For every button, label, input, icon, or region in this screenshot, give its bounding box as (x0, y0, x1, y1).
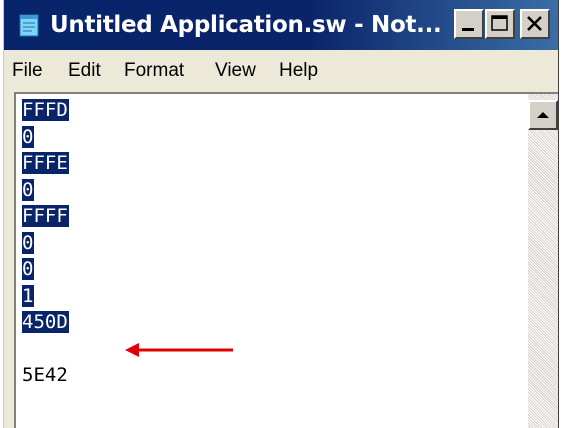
notepad-window: Untitled Application.sw - Not... File Ed… (3, 0, 559, 428)
menu-bar: File Edit Format View Help (4, 50, 558, 90)
title-bar[interactable]: Untitled Application.sw - Not... (4, 0, 558, 50)
arrow-up-icon (537, 112, 549, 118)
red-arrow-annotation (125, 343, 233, 357)
line-text: FFFE (22, 152, 69, 174)
scroll-up-button[interactable] (528, 100, 558, 130)
text-line: 0 (22, 178, 35, 201)
text-line: 1 (22, 284, 35, 307)
line-text: 0 (22, 125, 35, 148)
line-text: 0 (22, 178, 35, 201)
close-button[interactable] (520, 9, 550, 39)
line-text: 5E42 (22, 364, 68, 386)
line-text: 0 (22, 258, 35, 280)
notepad-icon (19, 14, 39, 37)
window-title: Untitled Application.sw - Not... (50, 12, 442, 38)
minimize-button[interactable] (454, 9, 484, 39)
text-line: FFFD (22, 99, 69, 121)
text-editor[interactable]: FFFD 0 FFFE 0 FFFF 0 0 1 450D 5E42 (14, 92, 558, 428)
text-line: 0 (22, 231, 35, 254)
menu-edit[interactable]: Edit (68, 58, 101, 84)
close-icon (527, 16, 542, 31)
menu-help[interactable]: Help (279, 58, 318, 84)
line-text: 0 (22, 231, 35, 254)
text-line: 5E42 (22, 365, 68, 386)
line-text: FFFD (22, 99, 69, 121)
line-text: 450D (22, 311, 69, 333)
minimize-icon (462, 28, 474, 31)
text-line: FFFE (22, 152, 69, 174)
text-line: 450D (22, 311, 69, 333)
text-line: FFFF (22, 205, 69, 227)
menu-format[interactable]: Format (124, 58, 184, 84)
text-line: 0 (22, 125, 35, 148)
vertical-scrollbar[interactable] (528, 94, 558, 428)
text-line: 0 (22, 258, 35, 280)
maximize-button[interactable] (485, 9, 515, 39)
menu-file[interactable]: File (12, 58, 43, 84)
maximize-icon (491, 15, 508, 31)
line-text: 1 (22, 284, 35, 307)
line-text: FFFF (22, 205, 69, 227)
menu-view[interactable]: View (215, 58, 256, 84)
